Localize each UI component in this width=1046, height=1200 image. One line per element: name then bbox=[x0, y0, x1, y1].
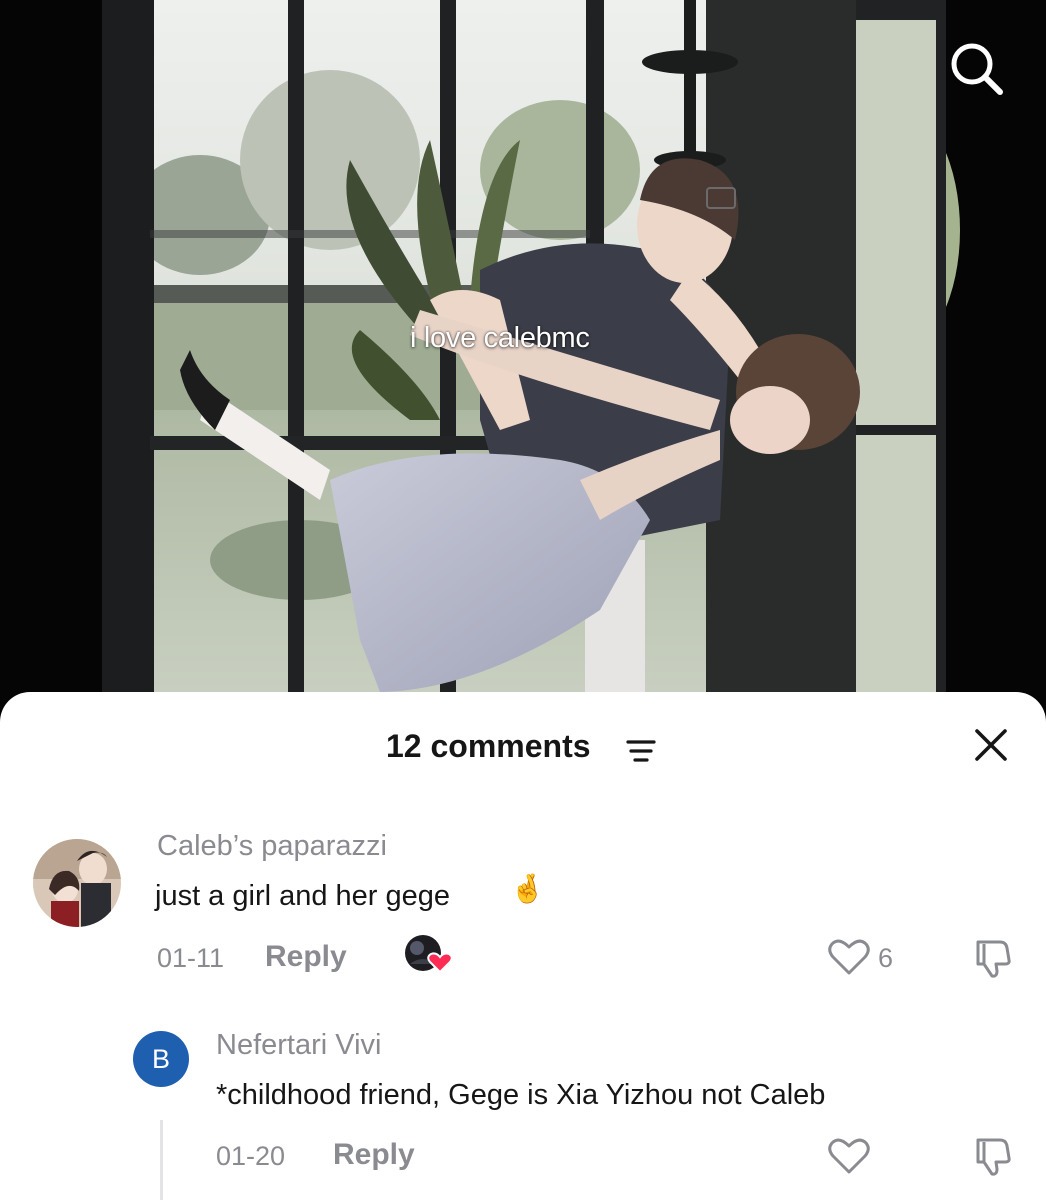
like-button[interactable] bbox=[828, 1137, 870, 1175]
dislike-button[interactable] bbox=[970, 936, 1014, 980]
close-button[interactable] bbox=[968, 722, 1014, 768]
avatar[interactable]: B bbox=[133, 1031, 189, 1087]
video-frame bbox=[0, 0, 1046, 710]
thread-line bbox=[160, 1120, 163, 1200]
fingers-crossed-emoji: 🤞 bbox=[510, 873, 545, 904]
comment-date: 01-11 bbox=[157, 943, 225, 973]
comment-username[interactable]: Caleb’s paparazzi bbox=[157, 830, 387, 863]
reply-username[interactable]: Nefertari Vivi bbox=[216, 1029, 381, 1062]
search-button[interactable] bbox=[944, 36, 1008, 100]
comments-count-title: 12 comments bbox=[386, 728, 591, 764]
heart-outline-icon bbox=[828, 1138, 870, 1174]
liked-by-creator-icon bbox=[405, 935, 453, 974]
avatar[interactable] bbox=[33, 839, 121, 927]
reply-button[interactable]: Reply bbox=[265, 940, 347, 974]
close-icon bbox=[975, 729, 1007, 761]
thumbs-down-icon bbox=[976, 1138, 1011, 1176]
comments-header: 12 comments bbox=[0, 692, 1046, 802]
heart-outline-icon bbox=[828, 939, 870, 975]
reply-date: 01-20 bbox=[216, 1141, 286, 1171]
search-icon bbox=[951, 43, 1003, 95]
video-player[interactable]: i love calebmc bbox=[0, 0, 1046, 710]
comments-panel: 12 comments Caleb’s paparazzi just a gir… bbox=[0, 692, 1046, 1200]
like-count: 6 bbox=[878, 943, 894, 973]
comment-text: just a girl and her gege bbox=[155, 880, 451, 912]
dislike-button[interactable] bbox=[970, 1134, 1014, 1178]
reply-text: *childhood friend, Gege is Xia Yizhou no… bbox=[216, 1079, 826, 1111]
avatar-image bbox=[33, 839, 121, 927]
like-button[interactable] bbox=[828, 938, 870, 976]
thumbs-down-icon bbox=[976, 940, 1011, 978]
sort-filter-icon[interactable] bbox=[626, 738, 656, 764]
video-caption: i love calebmc bbox=[410, 322, 590, 354]
reply-button[interactable]: Reply bbox=[333, 1138, 415, 1172]
